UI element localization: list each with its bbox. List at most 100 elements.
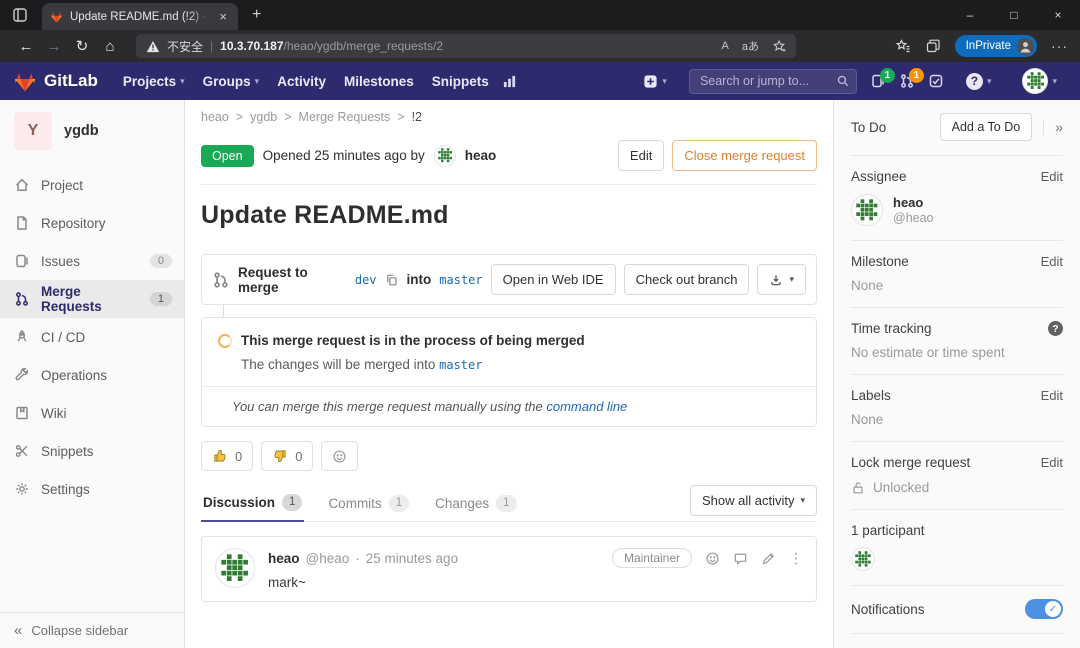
project-avatar: Y [14,112,52,150]
project-header[interactable]: Y ygdb [0,100,184,166]
todos-icon[interactable] [928,73,944,89]
tab-title: Update README.md (!2) - Merge [70,11,209,23]
chevrons-right-icon[interactable]: » [1043,119,1063,135]
author-avatar[interactable] [434,145,456,167]
chart-icon[interactable] [502,74,517,89]
nav-activity[interactable]: Activity [268,74,335,89]
home-icon[interactable]: ⌂ [96,32,124,60]
user-menu[interactable]: ▾ [1013,68,1066,94]
download-icon [769,273,783,287]
mr-count-badge: 1 [150,292,172,306]
search-input[interactable] [689,69,857,94]
sidebar-item-repository[interactable]: Repository [0,204,184,242]
activity-filter-dropdown[interactable]: Show all activity ▾ [690,485,817,516]
add-favorite-icon[interactable] [772,39,786,53]
collapse-sidebar-button[interactable]: « Collapse sidebar [0,612,184,648]
maximize-button[interactable]: □ [992,0,1036,30]
sidebar-item-issues[interactable]: Issues 0 [0,242,184,280]
thumbs-down-button[interactable]: 0 [261,441,313,471]
nav-projects[interactable]: Projects▾ [114,74,194,89]
inprivate-badge[interactable]: InPrivate [955,35,1037,57]
chevron-down-icon: ▾ [789,274,794,285]
tab-discussion[interactable]: Discussion 1 [201,486,304,522]
chevron-down-icon: ▾ [255,76,260,87]
sidebar-item-ci-cd[interactable]: CI / CD [0,318,184,356]
check-out-branch-button[interactable]: Check out branch [624,264,750,295]
smiley-icon[interactable] [705,551,720,566]
close-window-button[interactable]: × [1036,0,1080,30]
reload-icon[interactable]: ↻ [68,32,96,60]
time-tracking-value: No estimate or time spent [851,345,1063,360]
assignee-handle: @heao [893,211,934,225]
target-branch-link[interactable]: master [439,273,482,287]
notifications-toggle[interactable]: ✓ [1025,599,1063,619]
assignee-title: Assignee [851,169,907,184]
open-in-web-ide-button[interactable]: Open in Web IDE [491,264,616,295]
breadcrumb-project[interactable]: ygdb [250,110,277,124]
lock-open-icon [851,481,865,495]
lock-edit-link[interactable]: Edit [1041,455,1063,470]
sidebar-item-operations[interactable]: Operations [0,356,184,394]
nav-milestones[interactable]: Milestones [335,74,423,89]
copy-icon[interactable] [385,273,399,287]
sidebar-item-project[interactable]: Project [0,166,184,204]
breadcrumb-group[interactable]: heao [201,110,229,124]
comment-icon[interactable] [733,551,748,566]
tab-workspaces-icon[interactable] [12,7,28,23]
tab-changes[interactable]: Changes 1 [433,487,518,521]
sidebar-item-wiki[interactable]: Wiki [0,394,184,432]
read-aloud-icon[interactable]: A [722,40,729,52]
scissors-icon [14,443,30,459]
breadcrumb-mr-list[interactable]: Merge Requests [299,110,391,124]
address-bar[interactable]: 不安全 | 10.3.70.187/heao/ygdb/merge_reques… [136,34,796,58]
settings-menu-icon[interactable]: ··· [1051,38,1068,54]
milestone-edit-link[interactable]: Edit [1041,254,1063,269]
assignee-edit-link[interactable]: Edit [1041,169,1063,184]
comment-author-avatar[interactable] [215,548,255,588]
command-line-link[interactable]: command line [546,399,627,414]
nav-snippets[interactable]: Snippets [423,74,498,89]
edit-button[interactable]: Edit [618,140,664,171]
thumbs-up-button[interactable]: 0 [201,441,253,471]
thumbs-up-icon [212,448,228,464]
new-menu[interactable]: ▾ [634,74,676,89]
author-name[interactable]: heao [465,148,497,163]
new-tab-button[interactable]: + [252,6,261,24]
forward-icon: → [40,32,68,60]
favorites-icon[interactable] [895,38,911,54]
tab-close-icon[interactable]: × [216,9,230,24]
tab-commits[interactable]: Commits 1 [326,487,411,521]
breadcrumb-mr-id[interactable]: !2 [412,110,422,124]
participant-avatar[interactable] [851,547,875,571]
target-branch-link[interactable]: master [439,358,482,372]
collections-icon[interactable] [925,38,941,54]
sidebar-item-merge-requests[interactable]: Merge Requests 1 [0,280,184,318]
labels-edit-link[interactable]: Edit [1041,388,1063,403]
back-icon[interactable]: ← [12,32,40,60]
merge-requests-dashboard-icon[interactable]: 1 [899,73,915,89]
add-emoji-button[interactable] [321,441,358,471]
source-branch-link[interactable]: dev [355,273,377,287]
download-dropdown-button[interactable]: ▾ [757,264,806,295]
browser-tab[interactable]: Update README.md (!2) - Merge × [42,3,238,30]
translate-icon[interactable]: aあ [742,38,759,54]
assignee-name[interactable]: heao [893,195,934,210]
help-menu[interactable]: ? ▾ [957,73,1001,90]
merging-spinner-icon [218,334,232,348]
gitlab-logo[interactable]: GitLab [14,71,98,92]
add-todo-button[interactable]: Add a To Do [940,113,1033,141]
minimize-button[interactable]: – [948,0,992,30]
issues-dashboard-icon[interactable]: 1 [870,73,886,89]
close-merge-request-button[interactable]: Close merge request [672,140,817,171]
sidebar-item-snippets[interactable]: Snippets [0,432,184,470]
search-icon [836,74,850,88]
pencil-icon[interactable] [761,551,776,566]
nav-groups[interactable]: Groups▾ [194,74,269,89]
sidebar-item-settings[interactable]: Settings [0,470,184,508]
kebab-menu-icon[interactable]: ⋮ [789,550,803,567]
help-icon[interactable]: ? [1048,321,1063,336]
comment-timestamp[interactable]: 25 minutes ago [366,551,458,566]
award-emoji-row: 0 0 [201,441,817,471]
assignee-avatar[interactable] [851,194,883,226]
comment-author-name[interactable]: heao [268,551,300,566]
